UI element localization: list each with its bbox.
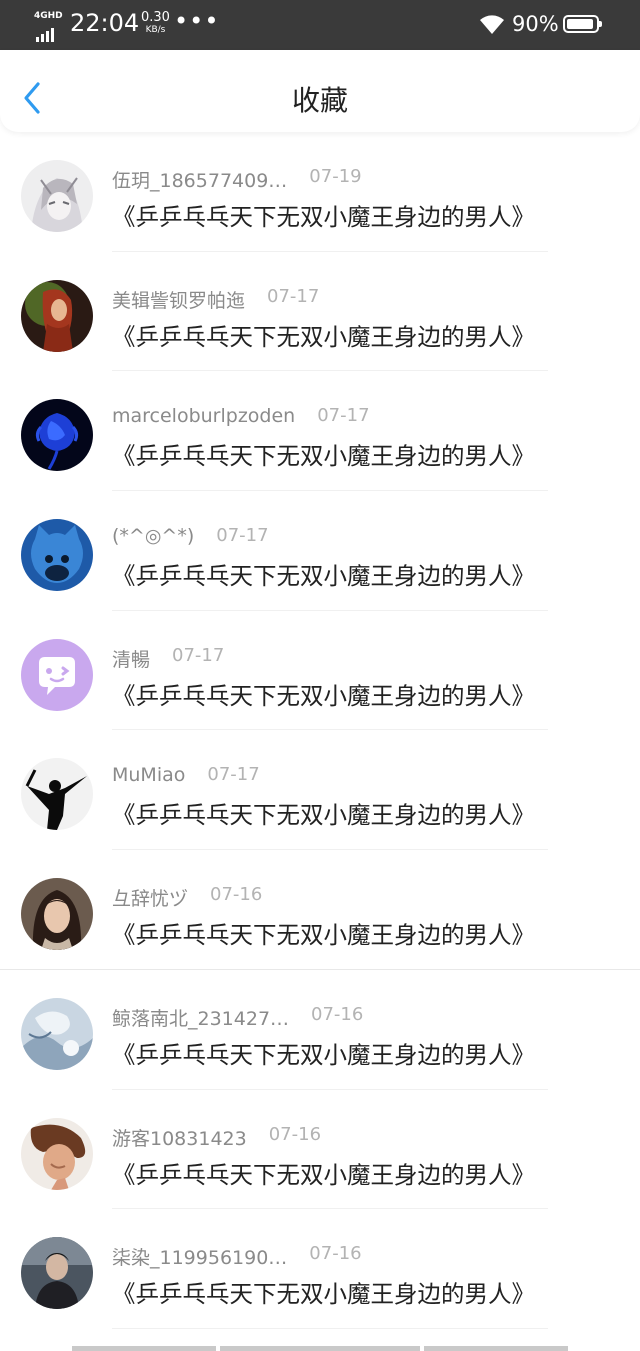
- avatar[interactable]: [21, 997, 93, 1070]
- book-title[interactable]: 《乒乒乓乓天下无双小魔王身边的男人》: [112, 557, 535, 591]
- username: 彑辞忧ヅ: [112, 888, 189, 911]
- bottom-tab-hint: [72, 1346, 568, 1351]
- network-speed-unit: KB/s: [145, 25, 166, 35]
- avatar[interactable]: [21, 399, 93, 472]
- favorites-list: 伍玥_186577409… 07-19 《乒乒乓乓天下无双小魔王身边的男人》 美辑…: [0, 132, 640, 1329]
- date: 07-17: [216, 525, 269, 547]
- network-speed-value: 0.30: [141, 10, 170, 25]
- avatar[interactable]: [21, 638, 93, 711]
- avatar[interactable]: [21, 279, 93, 352]
- date: 07-17: [317, 405, 370, 427]
- item-meta: MuMiao 07-17: [112, 764, 260, 790]
- page-title: 收藏: [291, 84, 348, 117]
- date: 07-16: [309, 1243, 362, 1265]
- list-item[interactable]: MuMiao 07-17 《乒乒乓乓天下无双小魔王身边的男人》: [0, 730, 640, 851]
- book-title[interactable]: 《乒乒乓乓天下无双小魔王身边的男人》: [112, 1156, 535, 1190]
- more-notifications-icon: •••: [174, 7, 220, 35]
- book-title[interactable]: 《乒乒乓乓天下无双小魔王身边的男人》: [112, 198, 535, 232]
- item-meta: 伍玥_186577409… 07-19: [112, 166, 362, 192]
- book-title[interactable]: 《乒乒乓乓天下无双小魔王身边的男人》: [112, 677, 535, 711]
- list-item[interactable]: 美辑訾钡罗帕迤 07-17 《乒乒乓乓天下无双小魔王身边的男人》: [0, 252, 640, 372]
- list-item[interactable]: (*^◎^*) 07-17 《乒乒乓乓天下无双小魔王身边的男人》: [0, 491, 640, 611]
- date: 07-17: [267, 285, 320, 307]
- username: 游客10831423: [112, 1127, 247, 1150]
- battery-icon: [563, 15, 602, 33]
- username: (*^◎^*): [112, 525, 195, 548]
- date: 07-19: [309, 166, 362, 187]
- date: 07-17: [207, 764, 260, 786]
- book-title[interactable]: 《乒乒乓乓天下无双小魔王身边的男人》: [112, 437, 535, 471]
- list-item[interactable]: 清暢 07-17 《乒乒乓乓天下无双小魔王身边的男人》: [0, 611, 640, 731]
- network-type: 4GHD: [34, 11, 63, 21]
- avatar[interactable]: [21, 519, 93, 592]
- clock: 22:04: [70, 9, 140, 37]
- item-meta: 柒染_119956190… 07-16: [112, 1243, 362, 1269]
- status-bar: 4GHD 22:04 0.30 KB/s ••• 90%: [0, 0, 640, 50]
- list-item[interactable]: 彑辞忧ヅ 07-16 《乒乒乓乓天下无双小魔王身边的男人》: [0, 850, 640, 970]
- avatar[interactable]: [21, 1117, 93, 1190]
- item-meta: 美辑訾钡罗帕迤 07-17: [112, 286, 319, 312]
- item-meta: 游客10831423 07-16: [112, 1124, 321, 1150]
- username: 鲸落南北_231427…: [112, 1007, 290, 1030]
- item-meta: marceloburlpzoden 07-17: [112, 405, 370, 431]
- cellular-signal-icon: 4GHD: [34, 11, 64, 42]
- item-meta: (*^◎^*) 07-17: [112, 525, 269, 551]
- list-item[interactable]: 鲸落南北_231427… 07-16 《乒乒乓乓天下无双小魔王身边的男人》: [0, 970, 640, 1090]
- list-item[interactable]: 柒染_119956190… 07-16 《乒乒乓乓天下无双小魔王身边的男人》: [0, 1209, 640, 1329]
- book-title[interactable]: 《乒乒乓乓天下无双小魔王身边的男人》: [112, 1275, 535, 1309]
- username: 柒染_119956190…: [112, 1247, 288, 1270]
- username: MuMiao: [112, 764, 186, 787]
- network-speed: 0.30 KB/s: [141, 10, 170, 36]
- username: 伍玥_186577409…: [112, 170, 288, 192]
- book-title[interactable]: 《乒乒乓乓天下无双小魔王身边的男人》: [112, 1036, 535, 1070]
- list-item[interactable]: 游客10831423 07-16 《乒乒乓乓天下无双小魔王身边的男人》: [0, 1090, 640, 1210]
- list-item[interactable]: marceloburlpzoden 07-17 《乒乒乓乓天下无双小魔王身边的男人…: [0, 371, 640, 492]
- divider: [112, 1327, 548, 1329]
- avatar[interactable]: [21, 1237, 93, 1310]
- avatar[interactable]: [21, 878, 93, 951]
- avatar[interactable]: [21, 160, 93, 232]
- list-item[interactable]: 伍玥_186577409… 07-19 《乒乒乓乓天下无双小魔王身边的男人》: [0, 132, 640, 252]
- username: 清暢: [112, 648, 151, 671]
- date: 07-16: [311, 1003, 364, 1025]
- wifi-icon: [480, 15, 504, 34]
- date: 07-17: [172, 644, 225, 666]
- battery-percent: 90%: [512, 12, 559, 36]
- book-title[interactable]: 《乒乒乓乓天下无双小魔王身边的男人》: [112, 796, 535, 830]
- avatar[interactable]: [21, 758, 93, 831]
- date: 07-16: [210, 884, 263, 906]
- date: 07-16: [268, 1123, 322, 1145]
- item-meta: 鲸落南北_231427… 07-16: [112, 1004, 363, 1030]
- item-meta: 彑辞忧ヅ 07-16: [112, 884, 262, 910]
- book-title[interactable]: 《乒乒乓乓天下无双小魔王身边的男人》: [112, 318, 535, 352]
- username: 美辑訾钡罗帕迤: [112, 289, 246, 312]
- header: 收藏: [0, 50, 640, 132]
- item-meta: 清暢 07-17: [112, 645, 224, 671]
- book-title[interactable]: 《乒乒乓乓天下无双小魔王身边的男人》: [112, 916, 535, 950]
- username: marceloburlpzoden: [112, 405, 296, 428]
